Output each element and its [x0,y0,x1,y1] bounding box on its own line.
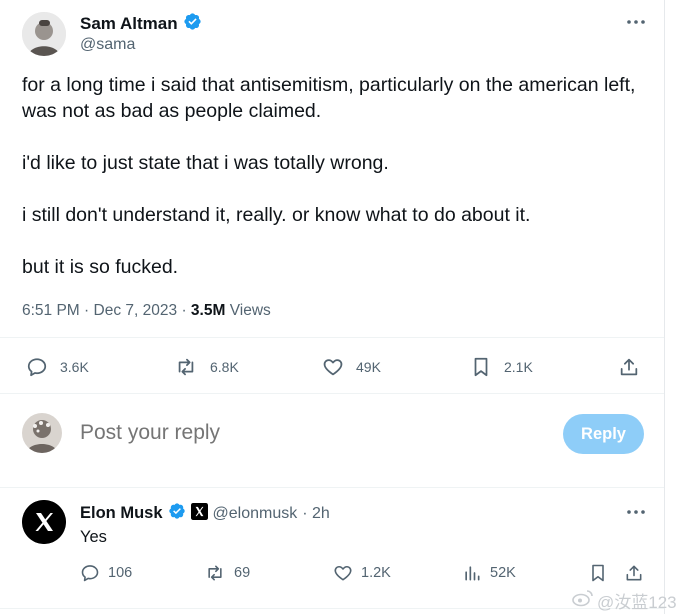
reply-like-action[interactable]: 1.2K [333,563,391,583]
reply-action[interactable]: 3.6K [26,356,89,378]
reply-reply-action[interactable]: 106 [80,563,132,583]
reply-like-count: 1.2K [361,565,391,581]
more-icon[interactable] [626,14,646,35]
tweet-author-handle[interactable]: @sama [80,36,135,54]
reply-input[interactable] [80,418,540,448]
like-icon[interactable] [333,563,353,583]
verified-badge-icon [183,12,202,36]
reply-author-name[interactable]: Elon Musk [80,504,163,523]
reply-time[interactable]: · 2h [302,505,330,523]
views-icon[interactable] [462,563,482,583]
sam-altman-avatar[interactable] [22,12,66,56]
tweet-paragraph: but it is so fucked. [22,256,179,278]
tweet-paragraph: i still don't understand it, really. or … [22,204,531,226]
tweet-paragraph: for a long time i said that antisemitism… [22,74,636,122]
bookmark-icon[interactable] [470,356,492,378]
elon-musk-avatar[interactable] [22,500,66,544]
tweet-meta: 6:51 PM · Dec 7, 2023 · 3.5M Views [22,302,271,320]
like-count: 49K [356,359,381,375]
repost-icon[interactable] [174,356,198,378]
tweet-text: for a long time i said that antisemitism… [22,72,652,280]
reply-icon[interactable] [80,563,100,583]
reply-repost-action[interactable]: 69 [204,563,250,583]
divider [0,487,664,488]
tweet-paragraph: i'd like to just state that i was totall… [22,152,389,174]
repost-count: 6.8K [210,359,239,375]
divider [0,337,664,338]
reply-views-action[interactable]: 52K [462,563,516,583]
user-avatar[interactable] [22,413,62,453]
x-logo-icon [190,502,208,525]
reply-views-count: 52K [490,565,516,581]
share-icon[interactable] [618,356,640,383]
meta-separator: · [84,302,90,319]
views-count: 3.5M [190,302,226,319]
reply-author-handle[interactable]: @elonmusk [213,505,298,523]
conversation-column: Sam Altman @sama for a long time i said … [0,0,665,614]
meta-separator: · [181,302,187,319]
repost-action[interactable]: 6.8K [174,356,239,378]
weibo-logo-icon [572,589,594,612]
views-label: Views [229,302,271,319]
tweet-time[interactable]: 6:51 PM [22,302,80,319]
verified-badge-icon [168,502,186,525]
reply-header: Elon Musk @elonmusk · 2h [80,502,330,525]
x-logo-icon [22,500,66,544]
bookmark-icon[interactable] [588,563,608,588]
share-icon[interactable] [624,563,644,588]
tweet-date[interactable]: Dec 7, 2023 [94,302,178,319]
reply-text: Yes [80,528,107,546]
like-action[interactable]: 49K [322,356,381,378]
watermark: @汝蓝123 [572,588,677,613]
more-icon[interactable] [626,504,646,525]
reply-button[interactable]: Reply [563,414,644,454]
like-icon[interactable] [322,356,344,378]
tweet-author-name[interactable]: Sam Altman [80,12,202,36]
reply-repost-count: 69 [234,565,251,581]
bookmark-action[interactable]: 2.1K [470,356,533,378]
watermark-text: @汝蓝123 [597,593,677,612]
divider [0,608,664,609]
repost-icon[interactable] [204,563,226,583]
bookmark-count: 2.1K [504,359,533,375]
reply-count: 3.6K [60,359,89,375]
reply-icon[interactable] [26,356,48,378]
reply-reply-count: 106 [108,565,133,581]
author-name-text[interactable]: Sam Altman [80,14,178,34]
divider [0,393,664,394]
